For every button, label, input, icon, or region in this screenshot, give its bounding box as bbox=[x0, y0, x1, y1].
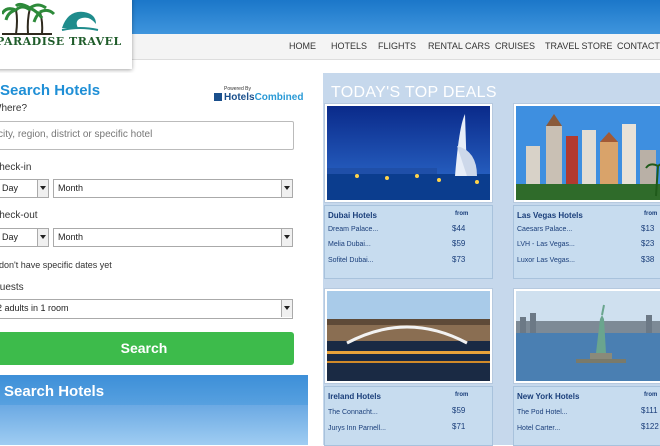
brand-name: PARADISE TRAVEL bbox=[0, 35, 122, 48]
deal-city[interactable]: New York Hotels bbox=[517, 392, 579, 401]
secondary-search-body bbox=[0, 405, 308, 445]
deal-card-las-vegas[interactable] bbox=[513, 103, 660, 203]
from-label: from bbox=[644, 392, 658, 398]
checkout-month-select[interactable]: Month bbox=[53, 228, 293, 247]
guests-label: Guests bbox=[0, 282, 24, 293]
deal-hotel-link[interactable]: LVH - Las Vegas... bbox=[517, 241, 575, 248]
deal-city[interactable]: Dubai Hotels bbox=[328, 211, 377, 220]
deal-price: $38 bbox=[641, 255, 655, 264]
guests-select[interactable]: 2 adults in 1 room bbox=[0, 299, 293, 319]
from-label: from bbox=[455, 211, 469, 217]
deal-info-ireland: Ireland Hotels from The Connacht... $59 … bbox=[324, 386, 493, 446]
site-logo[interactable]: PARADISE TRAVEL bbox=[0, 0, 132, 69]
deal-city[interactable]: Las Vegas Hotels bbox=[517, 211, 583, 220]
deals-title: TODAY'S TOP DEALS bbox=[331, 84, 497, 101]
deal-card-ireland[interactable] bbox=[324, 288, 493, 384]
new-york-photo bbox=[516, 291, 660, 381]
deal-hotel-link[interactable]: Caesars Palace... bbox=[517, 226, 572, 233]
deal-hotel-link[interactable]: Dream Palace... bbox=[328, 226, 378, 233]
checkout-day-select[interactable]: Day bbox=[0, 228, 49, 247]
hotel-search-panel bbox=[0, 73, 304, 373]
deal-price: $73 bbox=[452, 255, 466, 264]
checkin-day-select[interactable]: Day bbox=[0, 179, 49, 198]
nav-contact-us[interactable]: CONTACT US bbox=[617, 41, 660, 51]
deal-price: $122 bbox=[641, 422, 659, 431]
nav-travel-store[interactable]: TRAVEL STORE bbox=[545, 41, 612, 51]
secondary-search-header: Search Hotels bbox=[0, 375, 308, 445]
checkin-label: Check-in bbox=[0, 162, 32, 173]
hotelscombined-logo-icon bbox=[214, 93, 222, 101]
deal-hotel-link[interactable]: Jurys Inn Parnell... bbox=[328, 425, 386, 432]
checkout-label: Check-out bbox=[0, 210, 38, 221]
from-label: from bbox=[455, 392, 469, 398]
dubai-photo bbox=[327, 106, 490, 200]
deal-price: $44 bbox=[452, 224, 466, 233]
checkin-month-select[interactable]: Month bbox=[53, 179, 293, 198]
search-title: Search Hotels bbox=[0, 82, 101, 99]
chevron-down-icon bbox=[37, 229, 48, 246]
deal-price: $71 bbox=[452, 422, 466, 431]
nav-rental-cars[interactable]: RENTAL CARS bbox=[428, 41, 490, 51]
chevron-down-icon bbox=[281, 180, 292, 197]
deal-info-las-vegas: Las Vegas Hotels from Caesars Palace... … bbox=[513, 205, 660, 279]
deal-hotel-link[interactable]: The Pod Hotel... bbox=[517, 409, 568, 416]
ireland-photo bbox=[327, 291, 490, 381]
deal-hotel-link[interactable]: Hotel Carter... bbox=[517, 425, 560, 432]
search-button[interactable]: Search bbox=[0, 332, 294, 365]
deal-price: $59 bbox=[452, 406, 466, 415]
deal-info-dubai: Dubai Hotels from Dream Palace... $44 Me… bbox=[324, 205, 493, 279]
nav-hotels[interactable]: HOTELS bbox=[331, 41, 367, 51]
las-vegas-photo bbox=[516, 106, 660, 200]
deal-info-new-york: New York Hotels from The Pod Hotel... $1… bbox=[513, 386, 660, 446]
nav-home[interactable]: HOME bbox=[289, 41, 316, 51]
no-dates-checkbox-label[interactable]: I don't have specific dates yet bbox=[0, 260, 112, 270]
destination-input[interactable]: city, region, district or specific hotel bbox=[0, 121, 294, 150]
deal-card-new-york[interactable] bbox=[513, 288, 660, 384]
hotelscombined-logo: HotelsCombined bbox=[214, 92, 303, 103]
deal-price: $59 bbox=[452, 239, 466, 248]
wave-logo-icon bbox=[61, 11, 99, 31]
deal-city[interactable]: Ireland Hotels bbox=[328, 392, 381, 401]
chevron-down-icon bbox=[281, 229, 292, 246]
chevron-down-icon bbox=[37, 180, 48, 197]
deal-hotel-link[interactable]: The Connacht... bbox=[328, 409, 378, 416]
from-label: from bbox=[644, 211, 658, 217]
deal-price: $13 bbox=[641, 224, 655, 233]
deal-price: $23 bbox=[641, 239, 655, 248]
deal-hotel-link[interactable]: Luxor Las Vegas... bbox=[517, 257, 575, 264]
deal-hotel-link[interactable]: Melia Dubai... bbox=[328, 241, 371, 248]
deal-hotel-link[interactable]: Sofitel Dubai... bbox=[328, 257, 374, 264]
secondary-search-title: Search Hotels bbox=[4, 383, 105, 400]
deal-price: $111 bbox=[641, 406, 658, 415]
chevron-down-icon bbox=[281, 300, 292, 317]
where-label: Where? bbox=[0, 103, 28, 114]
nav-flights[interactable]: FLIGHTS bbox=[378, 41, 416, 51]
nav-cruises[interactable]: CRUISES bbox=[495, 41, 535, 51]
deal-card-dubai[interactable] bbox=[324, 103, 493, 203]
